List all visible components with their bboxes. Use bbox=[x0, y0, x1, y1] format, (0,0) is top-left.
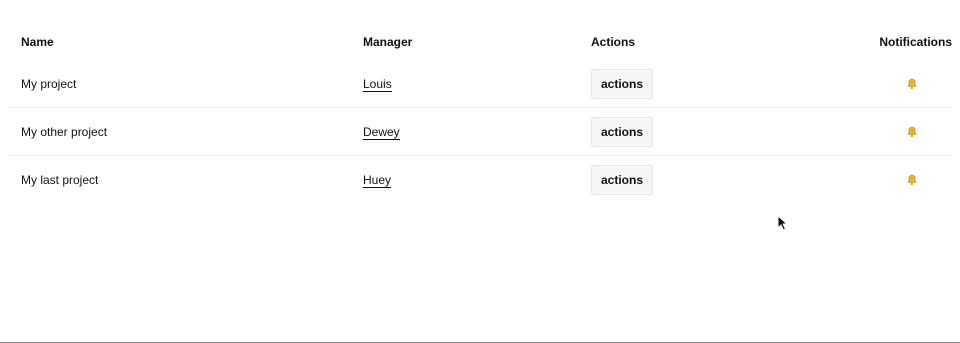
manager-link[interactable]: Huey bbox=[363, 173, 392, 188]
bell-icon[interactable] bbox=[906, 78, 918, 90]
bell-icon[interactable] bbox=[906, 126, 918, 138]
header-name: Name bbox=[21, 35, 54, 49]
page: Name Manager Actions Notifications My pr… bbox=[0, 0, 960, 343]
header-actions: Actions bbox=[591, 35, 636, 49]
header-manager: Manager bbox=[363, 35, 413, 49]
table-row: My other project Dewey actions bbox=[10, 108, 952, 156]
actions-button[interactable]: actions bbox=[591, 116, 653, 147]
header-notifications: Notifications bbox=[879, 35, 952, 49]
table-header-row: Name Manager Actions Notifications bbox=[10, 24, 952, 60]
manager-link[interactable]: Louis bbox=[363, 76, 392, 92]
project-name: My project bbox=[21, 76, 77, 91]
project-name: My last project bbox=[21, 173, 99, 187]
actions-button[interactable]: actions bbox=[591, 165, 653, 195]
actions-button[interactable]: actions bbox=[591, 68, 653, 99]
bell-icon[interactable] bbox=[906, 174, 918, 186]
table-row: My last project Huey actions bbox=[10, 156, 952, 204]
manager-link[interactable]: Dewey bbox=[363, 124, 400, 140]
projects-table: Name Manager Actions Notifications My pr… bbox=[10, 24, 952, 204]
table-row: My project Louis actions bbox=[10, 60, 952, 108]
mouse-cursor-icon bbox=[777, 215, 788, 231]
project-name: My other project bbox=[21, 124, 108, 139]
